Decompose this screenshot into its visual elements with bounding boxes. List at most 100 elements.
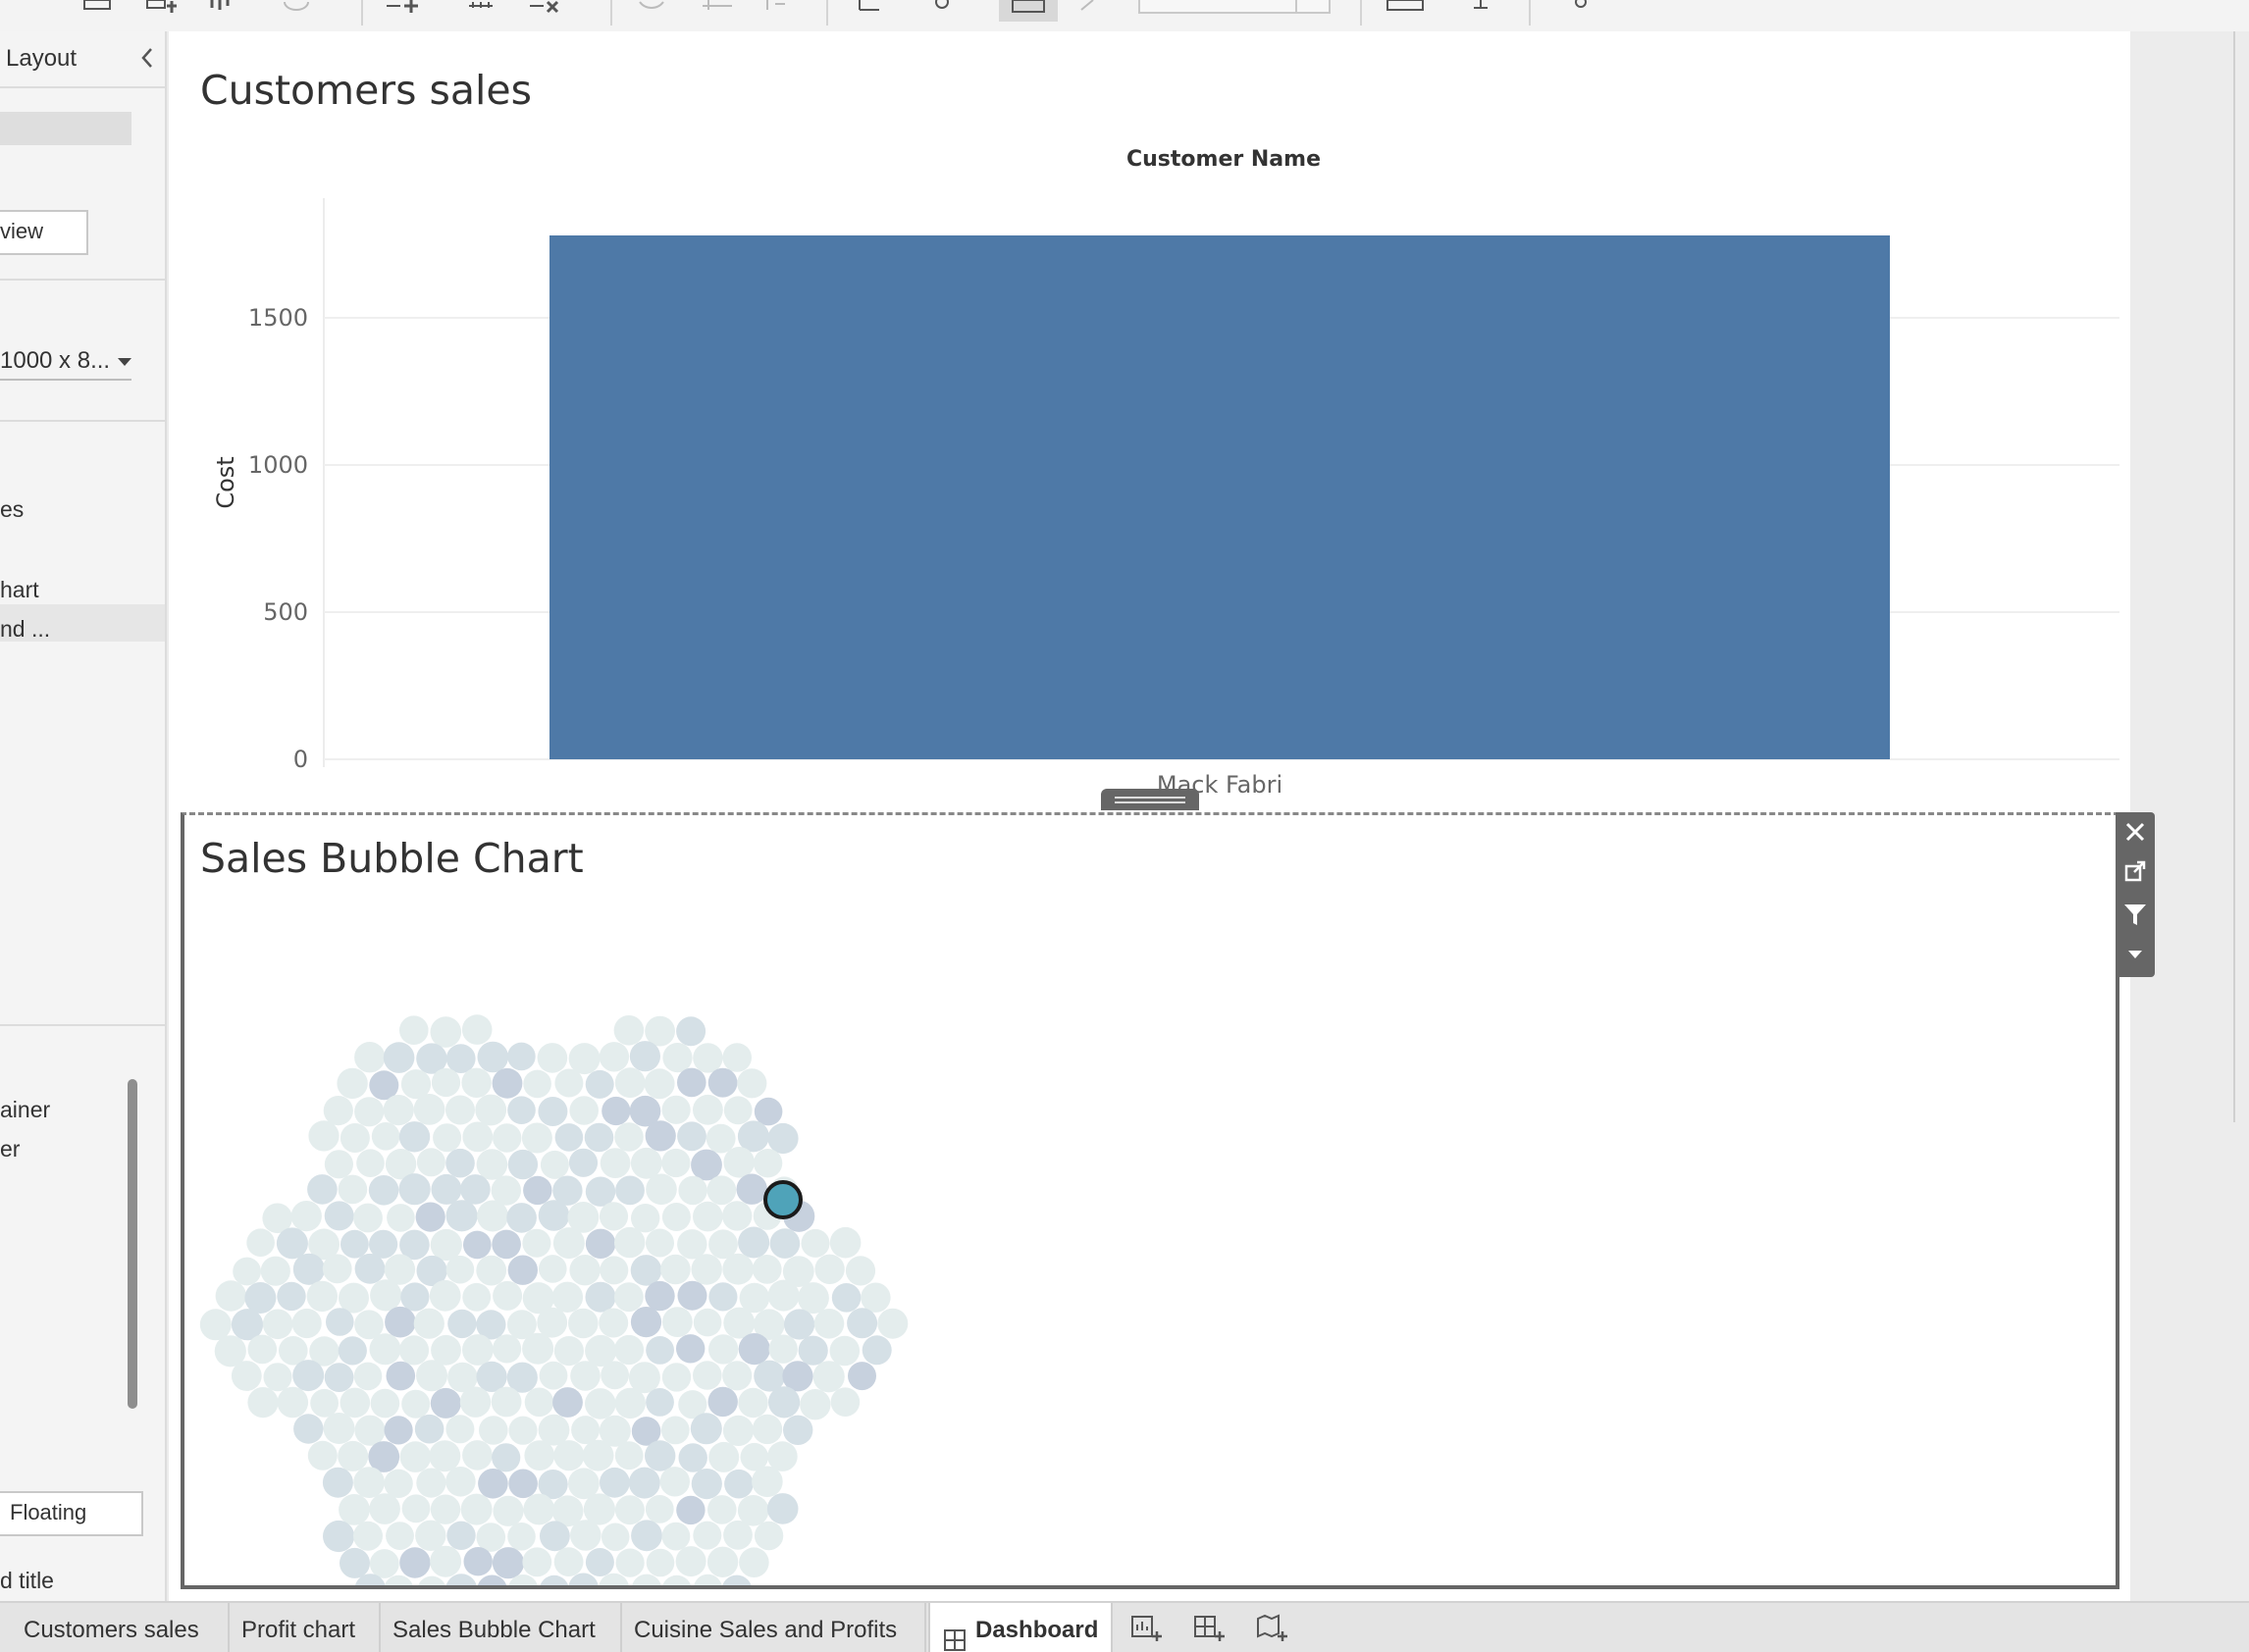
bubble-mark[interactable] [385, 1306, 416, 1338]
bubble-mark[interactable] [754, 1521, 784, 1551]
bubble-mark[interactable] [722, 1043, 752, 1072]
bubble-mark[interactable] [537, 1043, 568, 1073]
bubble-mark[interactable] [831, 1283, 862, 1313]
bubble-mark[interactable] [753, 1149, 783, 1178]
bubble-mark[interactable] [322, 1467, 353, 1498]
new-sheet-icon[interactable] [385, 0, 418, 14]
bubble-mark[interactable] [540, 1150, 569, 1179]
bubble-mark[interactable] [801, 1228, 830, 1258]
tab-customers-sales[interactable]: Customers sales [12, 1603, 230, 1652]
bubble-mark[interactable] [551, 1281, 584, 1313]
bubble-mark[interactable] [383, 1042, 415, 1073]
zone-drag-handle[interactable] [1101, 789, 1199, 810]
bubble-mark[interactable] [384, 1416, 413, 1445]
selected-bubble-mark[interactable] [763, 1180, 803, 1219]
bubble-mark[interactable] [678, 1175, 707, 1206]
sort-descending-icon[interactable] [761, 0, 791, 14]
bubble-mark[interactable] [322, 1254, 352, 1284]
bubble-mark[interactable] [215, 1280, 246, 1312]
fit-dropdown[interactable] [1138, 0, 1331, 14]
bubble-mark[interactable] [613, 1334, 645, 1366]
bubble-mark[interactable] [398, 1335, 430, 1366]
bubble-mark[interactable] [646, 1228, 674, 1258]
bubble-mark[interactable] [399, 1441, 432, 1472]
bubble-mark[interactable] [493, 1334, 522, 1364]
filter-icon[interactable] [2116, 895, 2155, 934]
bubble-mark[interactable] [398, 1121, 431, 1153]
bubble-mark[interactable] [630, 1307, 662, 1338]
bubble-mark[interactable] [353, 1467, 385, 1498]
bubble-mark[interactable] [476, 1255, 507, 1286]
bubble-mark[interactable] [877, 1308, 909, 1339]
bubble-mark[interactable] [554, 1068, 584, 1098]
bubble-mark[interactable] [247, 1387, 279, 1419]
bubble-mark[interactable] [371, 1122, 400, 1151]
bubble-mark[interactable] [306, 1280, 338, 1313]
bubble-mark[interactable] [337, 1067, 368, 1100]
highlight-icon[interactable] [930, 0, 960, 14]
bubble-mark[interactable] [523, 1493, 555, 1525]
bubble-mark[interactable] [766, 1493, 799, 1524]
bubble-mark[interactable] [722, 1415, 755, 1446]
bubble-mark[interactable] [601, 1523, 630, 1552]
bubble-mark[interactable] [477, 1200, 509, 1232]
bubble-mark[interactable] [707, 1495, 737, 1524]
bubble-mark[interactable] [693, 1521, 722, 1550]
bubble-mark[interactable] [445, 1467, 476, 1497]
bubble-mark[interactable] [614, 1067, 646, 1099]
bubble-mark[interactable] [459, 1386, 492, 1418]
share-icon[interactable] [1568, 0, 1597, 14]
bubble-mark[interactable] [693, 1043, 723, 1073]
bubble-mark[interactable] [646, 1548, 675, 1577]
bubble-mark[interactable] [646, 1173, 677, 1206]
bubble-mark[interactable] [277, 1386, 309, 1419]
bubble-mark[interactable] [706, 1123, 736, 1154]
bubble-mark[interactable] [661, 1363, 692, 1392]
bubble-mark[interactable] [660, 1254, 691, 1285]
bubble-mark[interactable] [693, 1201, 723, 1232]
bubble-mark[interactable] [353, 1362, 383, 1391]
object-horizontal-container[interactable]: ainer [0, 1097, 50, 1123]
bubble-mark[interactable] [476, 1149, 508, 1180]
bubble-mark[interactable] [199, 1309, 232, 1341]
bubble-mark[interactable] [659, 1467, 690, 1497]
bubble-mark[interactable] [430, 1494, 461, 1524]
bubble-mark[interactable] [370, 1388, 400, 1419]
bubble-mark[interactable] [739, 1547, 769, 1577]
bubble-mark[interactable] [340, 1547, 370, 1578]
bubble-mark[interactable] [401, 1494, 431, 1523]
size-dropdown[interactable]: 1000 x 8... [0, 341, 131, 381]
bubble-mark[interactable] [629, 1041, 660, 1072]
bubble-mark[interactable] [585, 1069, 614, 1099]
bubble-mark[interactable] [552, 1227, 585, 1260]
bubble-mark[interactable] [614, 1282, 644, 1313]
bubble-mark[interactable] [414, 1414, 445, 1444]
bubble-mark[interactable] [507, 1042, 536, 1071]
go-to-sheet-icon[interactable] [2116, 852, 2155, 891]
bubble-mark[interactable] [291, 1308, 322, 1339]
bubble-mark[interactable] [539, 1361, 568, 1390]
bubble-mark[interactable] [323, 1413, 355, 1444]
bubble-mark[interactable] [660, 1416, 690, 1445]
bubble-mark[interactable] [462, 1121, 494, 1153]
bubble-mark[interactable] [338, 1336, 367, 1366]
bubble-mark[interactable] [475, 1094, 507, 1126]
bubble-mark[interactable] [754, 1097, 783, 1126]
bubble-mark[interactable] [478, 1469, 508, 1499]
bubble-mark[interactable] [769, 1228, 801, 1259]
bubble-mark[interactable] [708, 1441, 740, 1472]
bubble-mark[interactable] [506, 1203, 537, 1233]
bubble-mark[interactable] [293, 1414, 324, 1444]
bubble-mark[interactable] [353, 1521, 383, 1551]
bubble-mark[interactable] [570, 1361, 601, 1391]
bubble-mark[interactable] [429, 1279, 461, 1312]
new-datasource-icon[interactable] [145, 0, 177, 14]
bubble-mark[interactable] [585, 1281, 616, 1313]
bubble-mark[interactable] [540, 1521, 570, 1552]
new-story-icon[interactable] [1256, 1613, 1289, 1646]
bubble-mark[interactable] [431, 1067, 461, 1098]
bubble-mark[interactable] [862, 1335, 892, 1366]
bubble-mark[interactable] [722, 1253, 755, 1285]
customers-sales-bar-chart[interactable]: 050010001500CostMack Fabri [196, 198, 2119, 826]
bubble-mark[interactable] [446, 1521, 476, 1550]
